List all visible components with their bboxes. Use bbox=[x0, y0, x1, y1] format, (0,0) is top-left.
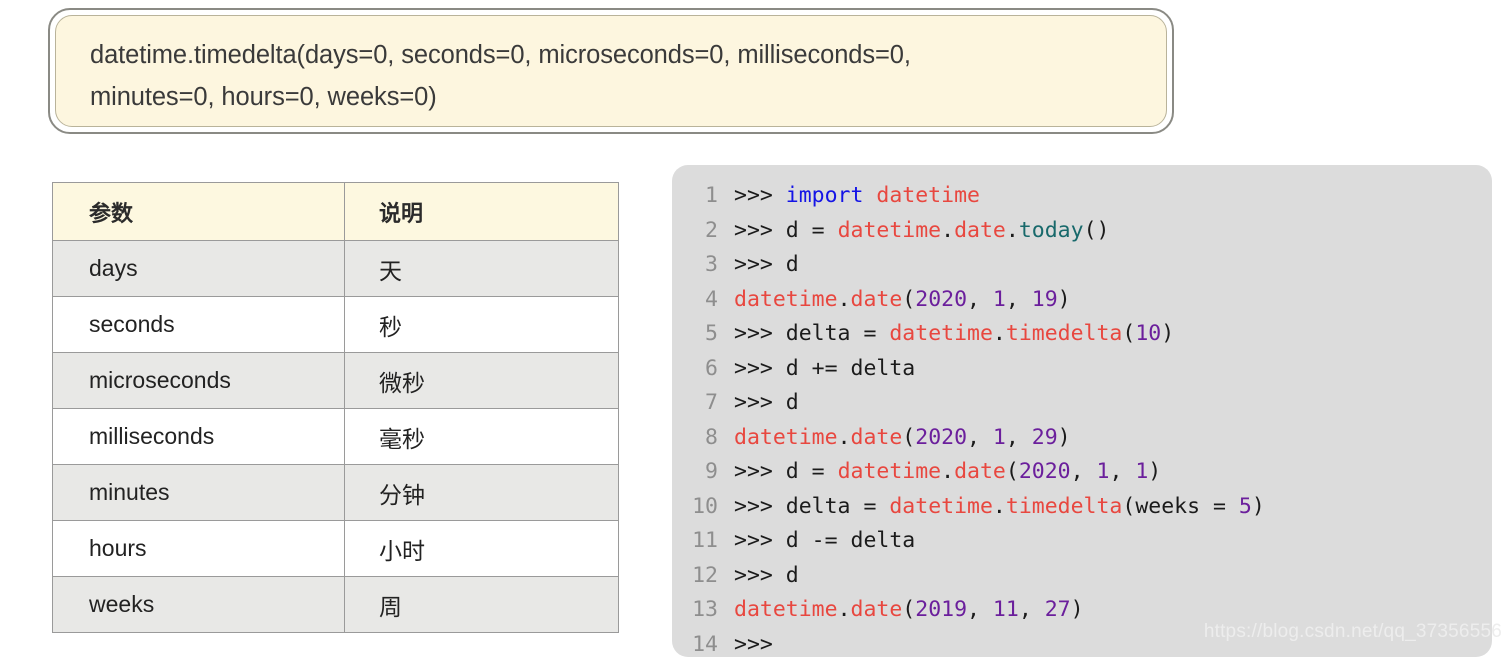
table-row: microseconds 微秒 bbox=[52, 352, 619, 409]
code-line-number: 7 bbox=[705, 390, 718, 415]
code-line-source: >>> delta = datetime.timedelta(10) bbox=[734, 321, 1175, 346]
code-line-source: >>> d bbox=[734, 252, 799, 277]
code-line: 8 datetime.date(2020, 1, 29) bbox=[672, 421, 1492, 456]
parameter-description-cell: 小时 bbox=[344, 520, 619, 577]
code-line-source: >>> d = datetime.date.today() bbox=[734, 217, 1110, 243]
code-line-source: >>> d bbox=[734, 562, 799, 588]
code-line-source: datetime.date(2020, 1, 19) bbox=[734, 286, 1071, 312]
signature-callout-inner: datetime.timedelta(days=0, seconds=0, mi… bbox=[55, 15, 1167, 127]
parameter-name-cell: milliseconds bbox=[52, 408, 345, 465]
code-line-number: 12 bbox=[692, 562, 718, 588]
table-row: seconds 秒 bbox=[52, 296, 619, 353]
code-line-number: 4 bbox=[705, 286, 718, 312]
code-line: 3 >>> d bbox=[672, 248, 1492, 283]
code-line-number: 8 bbox=[705, 424, 718, 450]
code-line: 7 >>> d bbox=[672, 386, 1492, 421]
code-line-source: >>> d -= delta bbox=[734, 528, 916, 553]
code-console-panel: 1 >>> import datetime 2 >>> d = datetime.da… bbox=[672, 165, 1492, 657]
code-line-number: 1 bbox=[705, 183, 718, 208]
table-row: weeks 周 bbox=[52, 576, 619, 633]
parameter-description-cell: 天 bbox=[344, 240, 619, 297]
code-line-source: >>> d = datetime.date(2020, 1, 1) bbox=[734, 459, 1162, 484]
code-line-source: datetime.date(2020, 1, 29) bbox=[734, 424, 1071, 450]
column-header-parameter: 参数 bbox=[52, 182, 345, 241]
code-line-list: 1 >>> import datetime 2 >>> d = datetime.da… bbox=[672, 179, 1492, 657]
code-line: 5 >>> delta = datetime.timedelta(10) bbox=[672, 317, 1492, 352]
code-line: 12 >>> d bbox=[672, 559, 1492, 594]
parameter-description-cell: 毫秒 bbox=[344, 408, 619, 465]
code-line-number: 13 bbox=[692, 597, 718, 622]
code-line: 10 >>> delta = datetime.timedelta(weeks =… bbox=[672, 490, 1492, 525]
code-line: 6 >>> d += delta bbox=[672, 352, 1492, 387]
table-body: days 天 seconds 秒 microseconds 微秒 milliseconds 毫… bbox=[52, 240, 619, 633]
code-line-number: 3 bbox=[705, 252, 718, 277]
parameter-name-cell: weeks bbox=[52, 576, 345, 633]
parameter-table: 参数 说明 days 天 seconds 秒 microseconds 微秒 millise… bbox=[52, 182, 619, 633]
parameter-name-cell: hours bbox=[52, 520, 345, 577]
code-line-number: 10 bbox=[692, 493, 718, 519]
signature-text: datetime.timedelta(days=0, seconds=0, mi… bbox=[90, 41, 911, 111]
code-line-source: >>> delta = datetime.timedelta(weeks = 5… bbox=[734, 493, 1265, 519]
parameter-description-cell: 微秒 bbox=[344, 352, 619, 409]
table-row: days 天 bbox=[52, 240, 619, 297]
code-line-number: 2 bbox=[705, 217, 718, 243]
code-line-number: 9 bbox=[705, 459, 718, 484]
code-line: 14 >>> bbox=[672, 628, 1492, 657]
parameter-description-cell: 分钟 bbox=[344, 464, 619, 521]
code-line-source: >>> import datetime bbox=[734, 183, 980, 208]
table-header: 参数 说明 bbox=[52, 182, 619, 241]
parameter-description-cell: 周 bbox=[344, 576, 619, 633]
code-line-number: 14 bbox=[692, 631, 718, 657]
code-line-number: 11 bbox=[692, 528, 718, 553]
table-row: milliseconds 毫秒 bbox=[52, 408, 619, 465]
code-line: 13 datetime.date(2019, 11, 27) bbox=[672, 593, 1492, 628]
column-header-description: 说明 bbox=[344, 182, 619, 241]
signature-callout: datetime.timedelta(days=0, seconds=0, mi… bbox=[48, 8, 1174, 134]
table-row: minutes 分钟 bbox=[52, 464, 619, 521]
code-line-source: datetime.date(2019, 11, 27) bbox=[734, 597, 1084, 622]
parameter-name-cell: minutes bbox=[52, 464, 345, 521]
table-header-row: 参数 说明 bbox=[52, 182, 619, 241]
code-line-source: >>> bbox=[734, 631, 773, 657]
code-line-number: 6 bbox=[705, 355, 718, 381]
parameter-name-cell: microseconds bbox=[52, 352, 345, 409]
parameter-name-cell: days bbox=[52, 240, 345, 297]
code-line: 4 datetime.date(2020, 1, 19) bbox=[672, 283, 1492, 318]
code-line-number: 5 bbox=[705, 321, 718, 346]
code-line: 9 >>> d = datetime.date(2020, 1, 1) bbox=[672, 455, 1492, 490]
code-line: 1 >>> import datetime bbox=[672, 179, 1492, 214]
parameter-description-cell: 秒 bbox=[344, 296, 619, 353]
code-line-source: >>> d bbox=[734, 390, 799, 415]
parameter-name-cell: seconds bbox=[52, 296, 345, 353]
code-line-source: >>> d += delta bbox=[734, 355, 916, 381]
table-row: hours 小时 bbox=[52, 520, 619, 577]
code-line: 2 >>> d = datetime.date.today() bbox=[672, 214, 1492, 249]
code-line: 11 >>> d -= delta bbox=[672, 524, 1492, 559]
